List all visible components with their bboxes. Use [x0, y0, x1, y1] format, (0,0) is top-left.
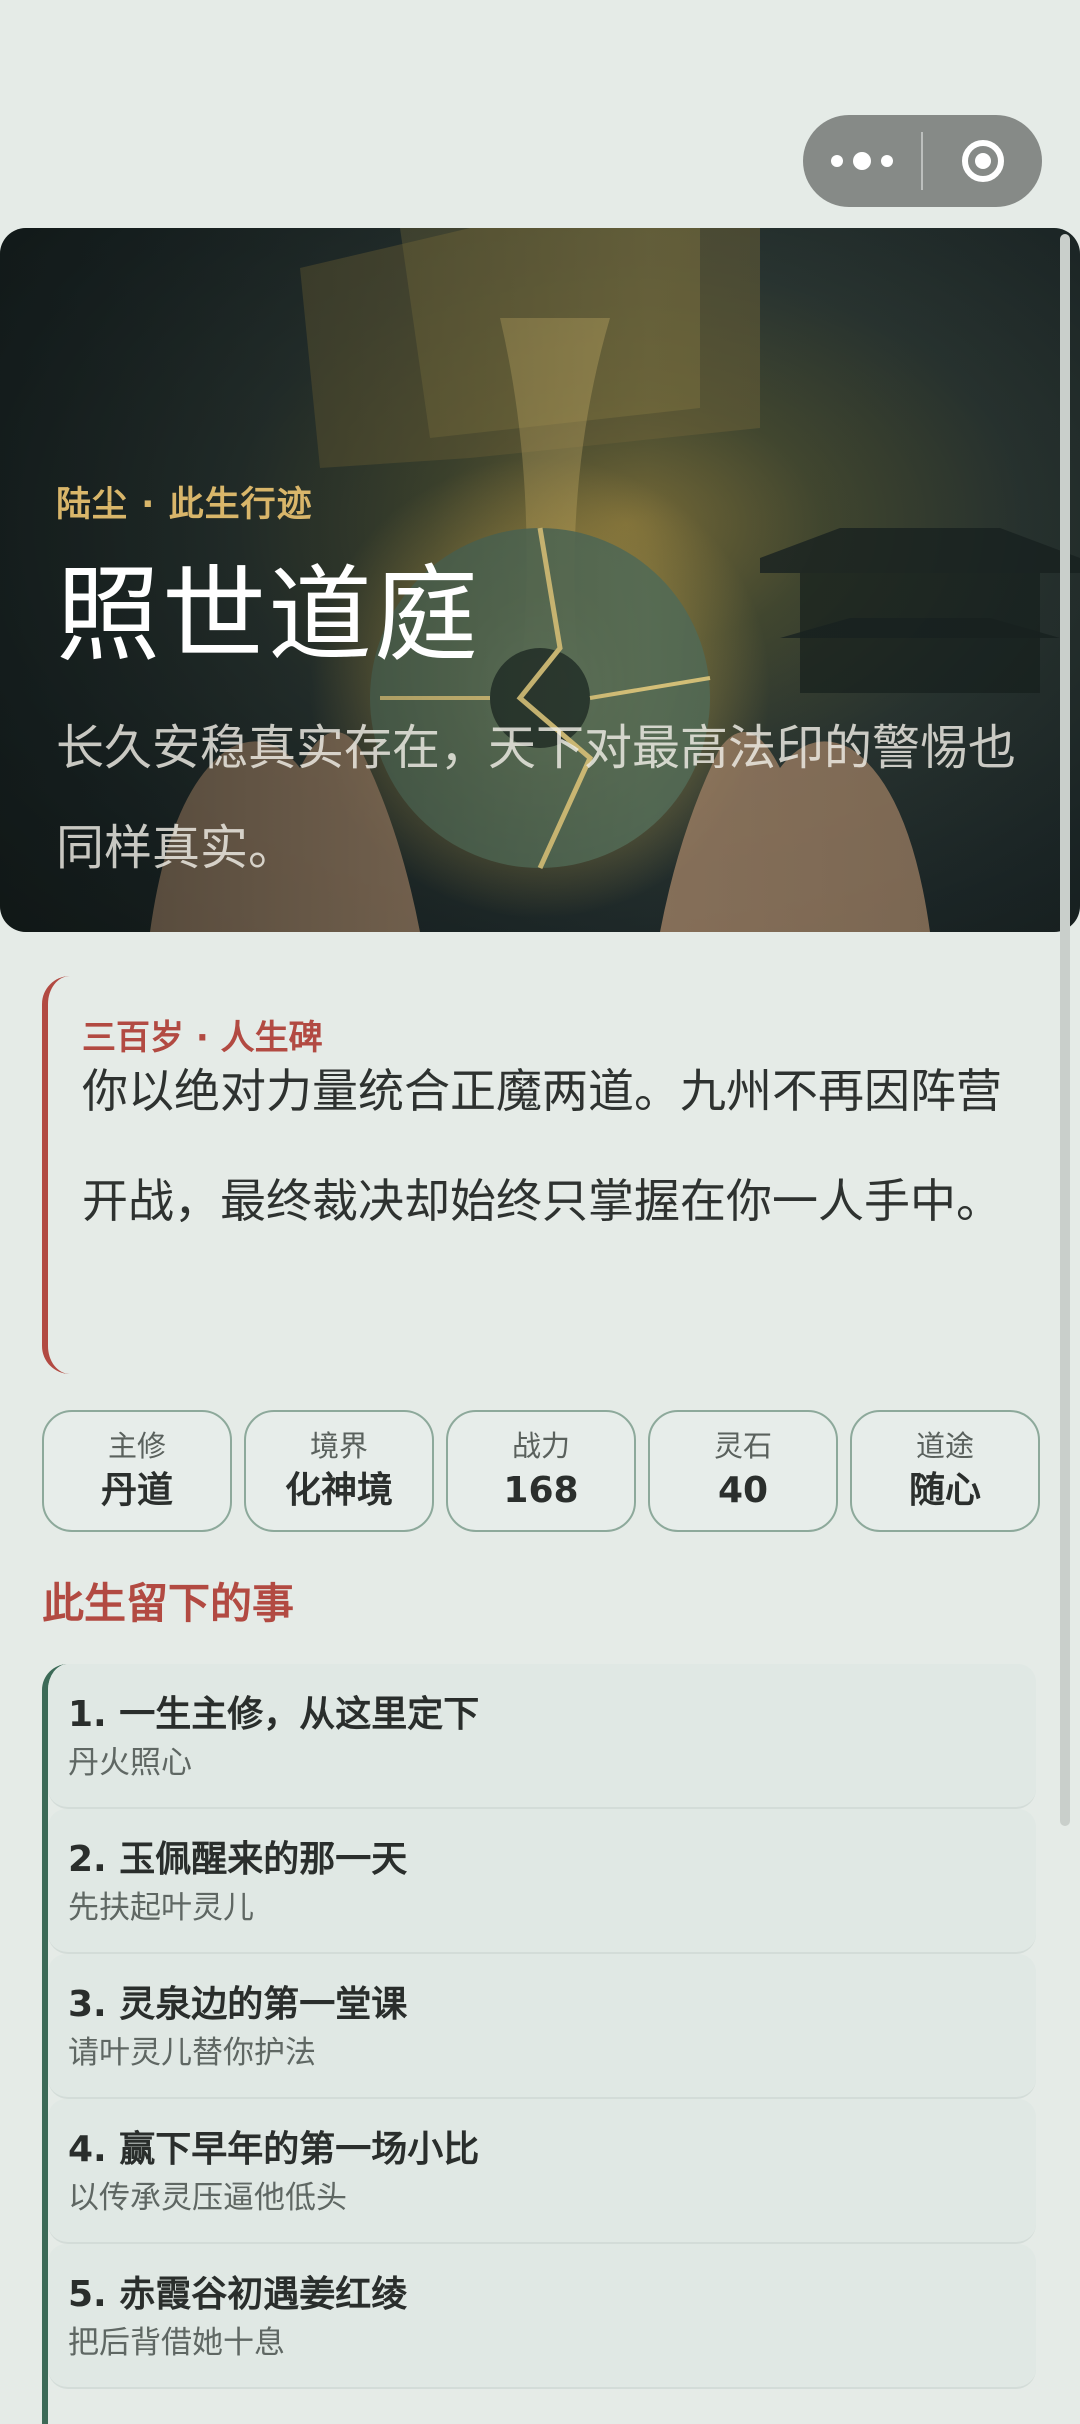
stat-power: 战力 168: [446, 1410, 636, 1532]
event-subtitle: 丹火照心: [68, 1745, 192, 1781]
list-item[interactable]: 2. 玉佩醒来的那一天 先扶起叶灵儿: [48, 1809, 1036, 1954]
hero-banner: 陆尘 · 此生行迹 照世道庭 长久安稳真实存在，天下对最高法印的警惕也同样真实。: [0, 228, 1080, 932]
life-milestone-card: 三百岁 · 人生碑 你以绝对力量统合正魔两道。九州不再因阵营开战，最终裁决却始终…: [42, 976, 1032, 1374]
milestone-text: 你以绝对力量统合正魔两道。九州不再因阵营开战，最终裁决却始终只掌握在你一人手中。: [82, 1064, 1002, 1228]
page-scrollbar[interactable]: [1060, 234, 1070, 1826]
life-events-list: 1. 一生主修，从这里定下 丹火照心 2. 玉佩醒来的那一天 先扶起叶灵儿 3.…: [42, 1664, 1036, 2424]
event-title: 2. 玉佩醒来的那一天: [68, 1839, 408, 1880]
hero-subtitle: 长久安稳真实存在，天下对最高法印的警惕也同样真实。: [56, 720, 1017, 876]
event-subtitle: 以传承灵压逼他低头: [68, 2180, 347, 2216]
event-title: 3. 灵泉边的第一堂课: [68, 1984, 408, 2025]
stat-realm: 境界 化神境: [244, 1410, 434, 1532]
stat-value: 化神境: [284, 1470, 393, 1511]
hero-title: 照世道庭: [56, 554, 481, 676]
stat-label: 道途: [915, 1429, 974, 1463]
stat-path: 道途 随心: [850, 1410, 1040, 1532]
stat-label: 境界: [309, 1429, 368, 1463]
stat-label: 战力: [511, 1429, 570, 1463]
section-title: 此生留下的事: [42, 1579, 295, 1628]
stat-value: 丹道: [100, 1470, 173, 1511]
stat-label: 主修: [107, 1429, 166, 1463]
stat-value: 40: [717, 1470, 769, 1511]
list-item[interactable]: 4. 赢下早年的第一场小比 以传承灵压逼他低头: [48, 2099, 1036, 2244]
event-title: 5. 赤霞谷初遇姜红绫: [68, 2274, 408, 2315]
event-title: 4. 赢下早年的第一场小比: [68, 2129, 480, 2170]
list-item[interactable]: 1. 一生主修，从这里定下 丹火照心: [48, 1664, 1036, 1809]
close-mini-program-button[interactable]: [923, 115, 1042, 207]
miniprogram-capsule: [803, 115, 1042, 207]
event-title: 1. 一生主修，从这里定下: [68, 1694, 480, 1735]
more-dots-icon[interactable]: [803, 115, 921, 207]
stat-spirit-stones: 灵石 40: [648, 1410, 838, 1532]
stat-main-discipline: 主修 丹道: [42, 1410, 232, 1532]
event-subtitle: 请叶灵儿替你护法: [68, 2035, 316, 2071]
stat-label: 灵石: [713, 1429, 772, 1463]
stat-value: 168: [503, 1470, 579, 1511]
target-circle-icon: [961, 140, 1004, 182]
hero-kicker: 陆尘 · 此生行迹: [56, 485, 313, 525]
event-subtitle: 先扶起叶灵儿: [68, 1890, 254, 1926]
event-subtitle: 把后背借她十息: [68, 2325, 285, 2361]
list-item[interactable]: 5. 赤霞谷初遇姜红绫 把后背借她十息: [48, 2244, 1036, 2389]
list-item[interactable]: 3. 灵泉边的第一堂课 请叶灵儿替你护法: [48, 1954, 1036, 2099]
stats-row: 主修 丹道 境界 化神境 战力 168 灵石 40 道途 随心: [42, 1410, 1040, 1532]
stat-value: 随心: [908, 1470, 981, 1511]
